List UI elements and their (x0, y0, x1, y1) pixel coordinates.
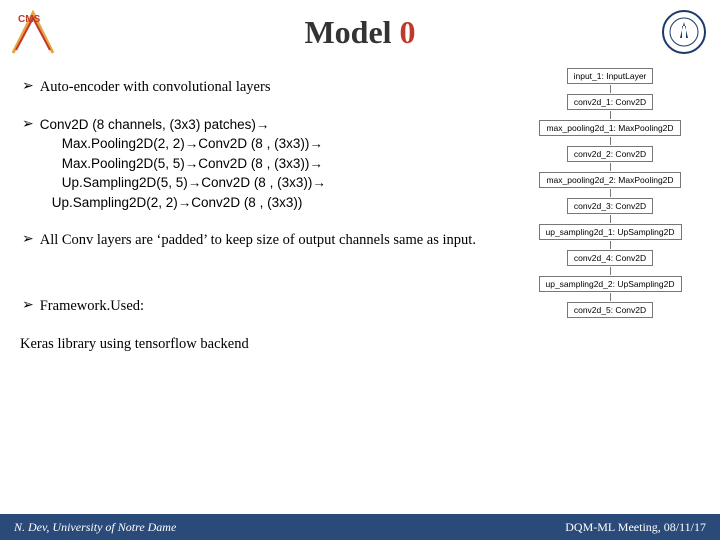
bullet-text: Auto-encoder with convolutional layers (40, 78, 502, 98)
diagram-node: up_sampling2d_1: UpSampling2D (539, 224, 682, 240)
diagram-connector (610, 85, 611, 93)
diagram-connector (610, 215, 611, 223)
diagram-node: conv2d_5: Conv2D (567, 302, 653, 318)
bullet-text: All Conv layers are ‘padded’ to keep siz… (40, 231, 502, 251)
bullet-4: ➢ Framework.Used: (22, 297, 502, 317)
diagram-node: conv2d_3: Conv2D (567, 198, 653, 214)
slide-title: Model 0 (0, 14, 720, 51)
diagram-connector (610, 293, 611, 301)
diagram-connector (610, 241, 611, 249)
title-accent: 0 (400, 14, 416, 50)
arch-line: Max.Pooling2D(2, 2)→Conv2D (8 , (3x3))→ (62, 136, 323, 151)
bullet-text: Conv2D (8 channels, (3x3) patches)→ Max.… (40, 116, 502, 214)
bullet-2: ➢ Conv2D (8 channels, (3x3) patches)→ Ma… (22, 116, 502, 214)
diagram-connector (610, 163, 611, 171)
diagram-node: conv2d_4: Conv2D (567, 250, 653, 266)
footer-meeting: DQM-ML Meeting, 08/11/17 (565, 520, 706, 535)
diagram-node: conv2d_1: Conv2D (567, 94, 653, 110)
framework-label: Framework.Used: (40, 298, 144, 314)
arch-line: Conv2D (8 channels, (3x3) patches)→ (40, 117, 270, 132)
bullet-icon: ➢ (22, 116, 34, 214)
diagram-node: max_pooling2d_2: MaxPooling2D (539, 172, 680, 188)
footer-bar: N. Dev, University of Notre Dame DQM-ML … (0, 514, 720, 540)
diagram-node: up_sampling2d_2: UpSampling2D (539, 276, 682, 292)
diagram-connector (610, 137, 611, 145)
bullet-icon: ➢ (22, 78, 34, 98)
bullet-3: ➢ All Conv layers are ‘padded’ to keep s… (22, 231, 502, 251)
diagram-connector (610, 189, 611, 197)
bullet-text: Framework.Used: (40, 297, 502, 317)
bullet-1: ➢ Auto-encoder with convolutional layers (22, 78, 502, 98)
diagram-connector (610, 267, 611, 275)
footer-author: N. Dev, University of Notre Dame (14, 520, 176, 535)
diagram-node: conv2d_2: Conv2D (567, 146, 653, 162)
framework-value: Keras library using tensorflow backend (20, 335, 502, 355)
diagram-node: input_1: InputLayer (567, 68, 654, 84)
arch-line: Max.Pooling2D(5, 5)→Conv2D (8 , (3x3))→ (62, 156, 323, 171)
architecture-diagram: input_1: InputLayer conv2d_1: Conv2D max… (514, 68, 706, 318)
arch-line: Up.Sampling2D(2, 2)→Conv2D (8 , (3x3)) (52, 195, 303, 210)
content-area: ➢ Auto-encoder with convolutional layers… (22, 78, 502, 354)
slide: CMS Model 0 ➢ Auto-encoder with convolut… (0, 0, 720, 540)
diagram-node: max_pooling2d_1: MaxPooling2D (539, 120, 680, 136)
arch-line: Up.Sampling2D(5, 5)→Conv2D (8 , (3x3))→ (62, 175, 326, 190)
title-text: Model (304, 14, 399, 50)
bullet-icon: ➢ (22, 297, 34, 317)
diagram-connector (610, 111, 611, 119)
bullet-icon: ➢ (22, 231, 34, 251)
